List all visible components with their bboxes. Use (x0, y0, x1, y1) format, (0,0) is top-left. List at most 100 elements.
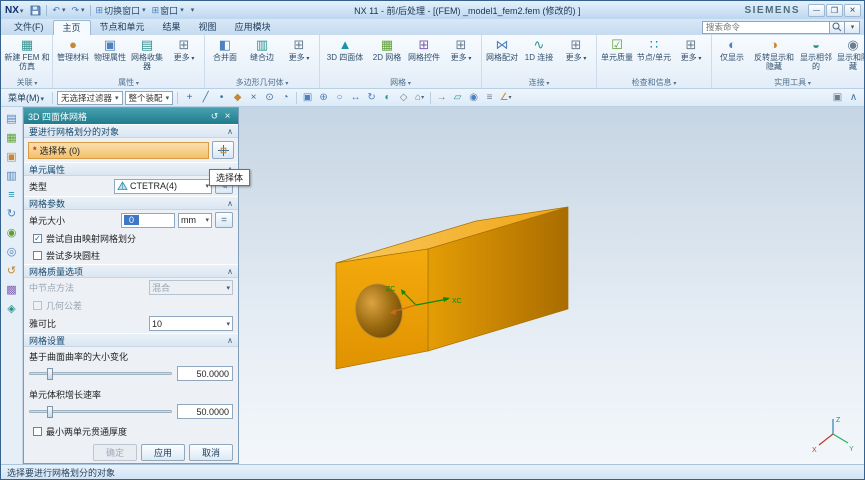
dialog-close-icon[interactable] (221, 111, 234, 122)
curvature-slider-thumb[interactable] (46, 368, 53, 380)
curvature-slider-track[interactable] (29, 368, 172, 380)
collapse-section-icon[interactable] (227, 126, 233, 136)
ribbon-item-2d-mesh[interactable]: ▦ 2D 网格 (369, 36, 405, 72)
move-object-icon[interactable]: → (434, 91, 449, 105)
orient-view-icon[interactable]: ⌂ (412, 91, 427, 105)
selection-filter-combo[interactable]: 无选择过滤器 (57, 90, 123, 105)
ribbon-group-label-polygon-geometry[interactable]: 多边形几何体 (205, 77, 319, 88)
zoom-in-out-icon[interactable]: ⊕ (316, 91, 331, 105)
user-interface-preferences-icon[interactable]: ▣ (830, 91, 845, 105)
ribbon-item-merge-face[interactable]: ◧ 合并面 (207, 36, 243, 72)
element-size-input[interactable]: 0 (121, 212, 175, 228)
search-icon[interactable] (830, 20, 845, 34)
process-studio-icon[interactable]: ▩ (4, 282, 20, 297)
ribbon-item-3d-tetrahedral-mesh[interactable]: ▲ 3D 四面体 (322, 36, 368, 72)
quadrant-snap-icon[interactable]: ◔ (278, 91, 293, 105)
nx-app-menu[interactable]: NX (5, 5, 23, 16)
part-navigator-icon[interactable]: ≡ (4, 187, 20, 202)
maximize-button[interactable] (826, 3, 843, 17)
ribbon-item-invert-shown-and-hidden[interactable]: ◑ 反转显示和隐藏 (751, 36, 797, 72)
quick-access-overflow[interactable] (187, 3, 198, 18)
ribbon-item-more-properties[interactable]: ⊞ 更多 (166, 36, 202, 72)
undo-button[interactable]: ↶ (49, 3, 68, 18)
rotate-view-icon[interactable]: ↻ (364, 91, 379, 105)
select-body-field[interactable]: * 选择体 (0) (28, 141, 209, 159)
curvature-value-input[interactable]: 50.0000 (177, 366, 233, 381)
ribbon-item-mesh-mating[interactable]: ⋈ 网格配对 (484, 36, 520, 72)
attempt-multi-block-checkbox[interactable] (33, 251, 42, 260)
ribbon-item-show-and-hide[interactable]: ◉显示和隐藏 (835, 36, 864, 72)
graphics-viewport[interactable]: XC ZC Z X Y (239, 107, 864, 464)
ribbon-item-more-connections[interactable]: ⊞ 更多 (558, 36, 594, 72)
ribbon-item-new-fem-and-simulation[interactable]: ▦ 新建 FEM 和仿真 (4, 36, 50, 72)
reuse-library-icon[interactable]: ↻ (4, 206, 20, 221)
growth-value-input[interactable]: 50.0000 (177, 404, 233, 419)
ok-button[interactable]: 确定 (93, 444, 137, 461)
section-mesh-parameters[interactable]: 网格参数 (24, 196, 238, 210)
command-search-input[interactable] (702, 20, 830, 34)
solid-body[interactable]: XC ZC (324, 199, 594, 384)
formula-button[interactable]: = (215, 212, 233, 228)
ribbon-item-more-polygon-geometry[interactable]: ⊞ 更多 (281, 36, 317, 72)
show-hide-objects-icon[interactable]: ◉ (466, 91, 481, 105)
assembly-navigator-icon[interactable]: ▣ (4, 149, 20, 164)
snap-point-icon[interactable]: + (182, 91, 197, 105)
arc-center-snap-icon[interactable]: ⊙ (262, 91, 277, 105)
section-mesh-settings[interactable]: 网格设置 (24, 333, 238, 347)
tab-view[interactable]: 视图 (190, 20, 226, 35)
tab-application-modules[interactable]: 应用模块 (226, 20, 280, 35)
tab-results[interactable]: 结果 (154, 20, 190, 35)
shaded-display-icon[interactable]: ◐ (380, 91, 395, 105)
zoom-window-icon[interactable]: ○ (332, 91, 347, 105)
menu-button[interactable]: 菜单(M) (4, 91, 48, 104)
apply-button[interactable]: 应用 (141, 444, 185, 461)
ribbon-item-physical-properties[interactable]: ▣ 物理属性 (92, 36, 128, 72)
measure-icon[interactable]: ∠ (498, 91, 513, 105)
ribbon-item-more-mesh[interactable]: ⊞ 更多 (443, 36, 479, 72)
ribbon-item-1d-connection[interactable]: ∿ 1D 连接 (521, 36, 557, 72)
cancel-button[interactable]: 取消 (189, 444, 233, 461)
tab-home[interactable]: 主页 (52, 20, 91, 35)
selection-scope-combo[interactable]: 整个装配 (124, 90, 174, 105)
dialog-titlebar[interactable]: 3D 四面体网格 (24, 108, 238, 124)
tab-nodes-and-elements[interactable]: 节点和单元 (91, 20, 154, 35)
collapse-section-icon[interactable] (227, 198, 233, 208)
jacobian-combo[interactable]: 10 (149, 316, 233, 331)
minimize-ribbon-icon[interactable]: ∧ (846, 91, 861, 105)
ribbon-item-more-check-info[interactable]: ⊞ 更多 (673, 36, 709, 72)
ribbon-group-label-check-and-info[interactable]: 检查和信息 (597, 77, 711, 88)
ribbon-item-show-adjacent[interactable]: ◒ 显示相邻的 (798, 36, 834, 72)
midpoint-snap-icon[interactable]: • (214, 91, 229, 105)
minimize-button[interactable] (808, 3, 825, 17)
unit-combo[interactable]: mm (178, 212, 212, 228)
ribbon-group-label-properties[interactable]: 属性 (53, 77, 204, 88)
section-objects-to-mesh[interactable]: 要进行网格划分的对象 (24, 124, 238, 138)
intersection-snap-icon[interactable]: × (246, 91, 261, 105)
ribbon-group-label-utilities[interactable]: 实用工具 (712, 77, 864, 88)
pan-view-icon[interactable]: ↔ (348, 91, 363, 105)
web-browser-icon[interactable]: ◎ (4, 244, 20, 259)
element-type-combo[interactable]: CTETRA(4) (114, 178, 212, 194)
tab-file[interactable]: 文件(F) (5, 20, 53, 35)
hd3d-tools-icon[interactable]: ◉ (4, 225, 20, 240)
fit-view-icon[interactable]: ▣ (300, 91, 315, 105)
dialog-reset-icon[interactable] (208, 111, 221, 122)
switch-window-button[interactable]: ⊞ 切换窗口 (93, 3, 149, 18)
section-element-attributes[interactable]: 单元属性 (24, 162, 238, 176)
collapse-section-icon[interactable] (227, 335, 233, 345)
save-button[interactable] (27, 3, 44, 18)
ribbon-group-label-relations[interactable]: 关联 (2, 77, 52, 88)
select-body-button[interactable] (212, 141, 234, 159)
part-right-face[interactable] (427, 206, 569, 352)
min-two-elements-checkbox[interactable] (33, 427, 42, 436)
wireframe-display-icon[interactable]: ◇ (396, 91, 411, 105)
constraint-navigator-icon[interactable]: ▥ (4, 168, 20, 183)
ribbon-item-node-element-info[interactable]: ∷ 节点/单元 (636, 36, 672, 72)
roles-icon[interactable]: ◈ (4, 301, 20, 316)
close-button[interactable] (844, 3, 861, 17)
ribbon-item-show-only[interactable]: ◐ 仅显示 (714, 36, 750, 72)
layer-settings-icon[interactable]: ≡ (482, 91, 497, 105)
ribbon-item-manage-materials[interactable]: ● 管理材料 (55, 36, 91, 72)
ribbon-item-mesh-control[interactable]: ⊞ 网格控件 (406, 36, 442, 72)
history-icon[interactable]: ↺ (4, 263, 20, 278)
